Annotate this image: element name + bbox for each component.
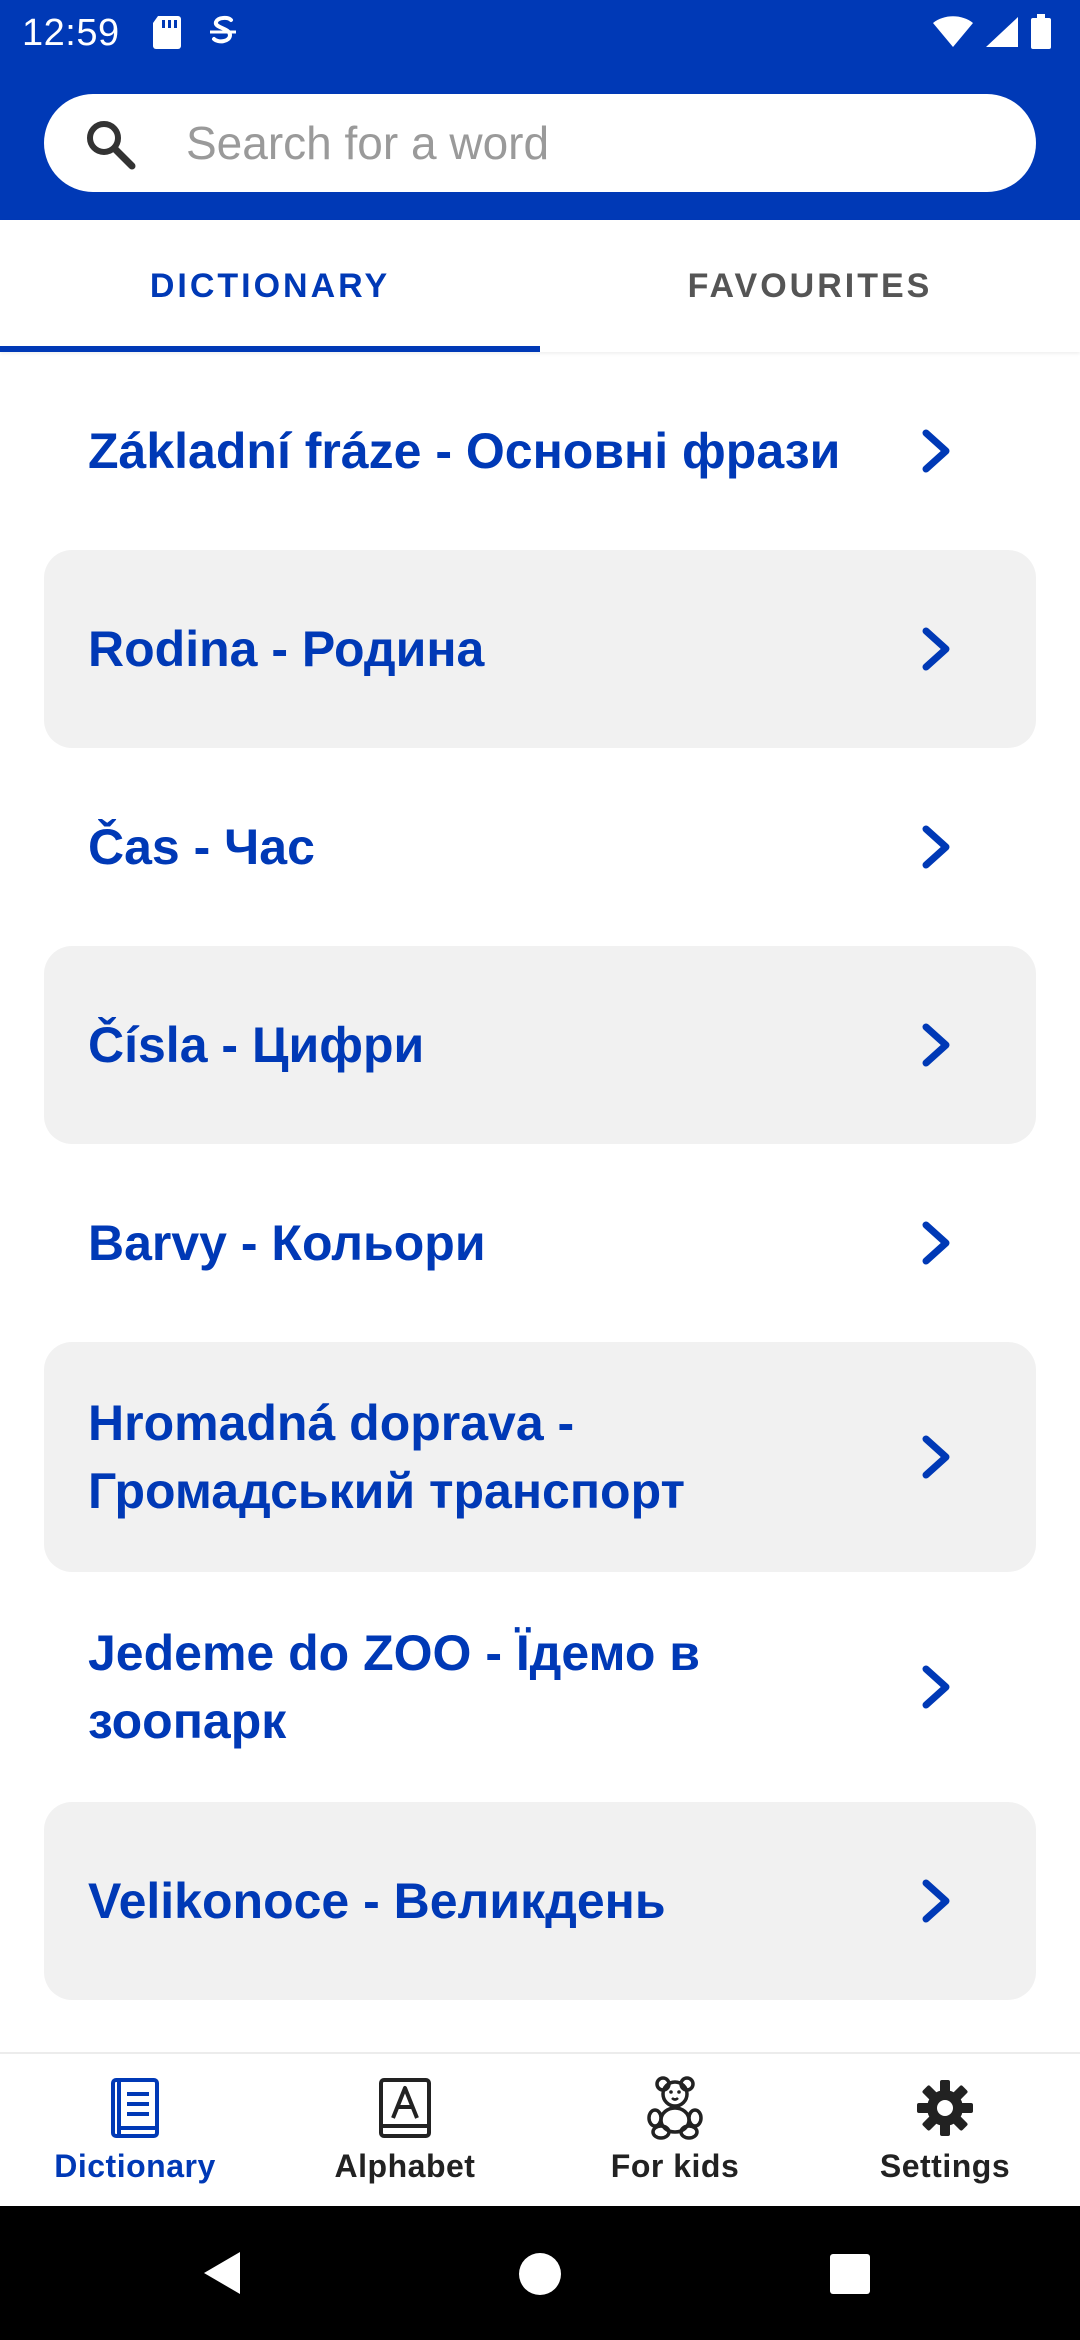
category-item[interactable]: Barvy - Кольори: [44, 1144, 1036, 1342]
gear-icon: [917, 2080, 973, 2136]
category-label: Čísla - Цифри: [88, 1017, 425, 1073]
sd-card-icon: [153, 16, 181, 49]
wifi-icon: [933, 16, 973, 47]
category-label: Barvy - Кольори: [88, 1215, 486, 1271]
nav-for-kids[interactable]: For kids: [540, 2054, 810, 2208]
category-item[interactable]: Čas - Час: [44, 748, 1036, 946]
category-item[interactable]: Hromadná doprava - Громадський транспорт: [44, 1342, 1036, 1572]
nav-settings[interactable]: Settings: [810, 2054, 1080, 2208]
nav-label: Dictionary: [54, 2148, 216, 2184]
tab-bar: DICTIONARY FAVOURITES: [0, 220, 1080, 352]
nav-label: Alphabet: [334, 2148, 476, 2184]
chevron-right-icon: [922, 1023, 950, 1067]
bottom-navigation: Dictionary Alphabet For kids Settings: [0, 2052, 1080, 2206]
category-item[interactable]: Čísla - Цифри: [44, 946, 1036, 1144]
vpn-key-icon: [210, 15, 236, 44]
chevron-right-icon: [922, 1435, 950, 1479]
category-item[interactable]: Velikonoce - Великдень: [44, 1802, 1036, 2000]
status-time: 12:59: [22, 12, 120, 54]
status-bar: 12:59: [0, 0, 1080, 66]
tab-dictionary[interactable]: DICTIONARY: [0, 220, 540, 352]
search-input[interactable]: [186, 94, 1006, 192]
alphabet-icon: [379, 2078, 431, 2138]
category-label: Velikonoce - Великдень: [88, 1873, 666, 1929]
app-header: [0, 66, 1080, 220]
back-icon[interactable]: [200, 2250, 244, 2296]
category-label: Jedeme do ZOO - Їдемо в зоопарк: [88, 1625, 701, 1749]
nav-label: For kids: [610, 2148, 740, 2184]
category-label: Rodina - Родина: [88, 621, 485, 677]
tab-favourites[interactable]: FAVOURITES: [540, 220, 1080, 352]
chevron-right-icon: [922, 429, 950, 473]
category-item[interactable]: Jedeme do ZOO - Їдемо в зоопарк: [44, 1572, 1036, 1802]
chevron-right-icon: [922, 1665, 950, 1709]
category-label: Čas - Час: [88, 819, 315, 875]
chevron-right-icon: [922, 1221, 950, 1265]
book-icon: [111, 2078, 159, 2138]
search-bar[interactable]: [44, 94, 1036, 192]
system-navigation-bar: [0, 2206, 1080, 2340]
category-label: Základní fráze - Основні фрази: [88, 423, 841, 479]
chevron-right-icon: [922, 825, 950, 869]
search-icon: [87, 121, 136, 170]
home-icon[interactable]: [518, 2252, 562, 2296]
category-label: Hromadná doprava - Громадський транспорт: [88, 1395, 685, 1519]
chevron-right-icon: [922, 627, 950, 671]
recents-icon[interactable]: [830, 2254, 870, 2294]
nav-dictionary[interactable]: Dictionary: [0, 2054, 270, 2208]
nav-alphabet[interactable]: Alphabet: [270, 2054, 540, 2208]
category-item[interactable]: Základní fráze - Основні фрази: [44, 352, 1036, 550]
teddy-bear-icon: [647, 2076, 703, 2140]
nav-label: Settings: [879, 2148, 1011, 2184]
category-item[interactable]: Rodina - Родина: [44, 550, 1036, 748]
battery-icon: [1031, 14, 1051, 49]
signal-icon: [986, 17, 1018, 47]
chevron-right-icon: [922, 1879, 950, 1923]
